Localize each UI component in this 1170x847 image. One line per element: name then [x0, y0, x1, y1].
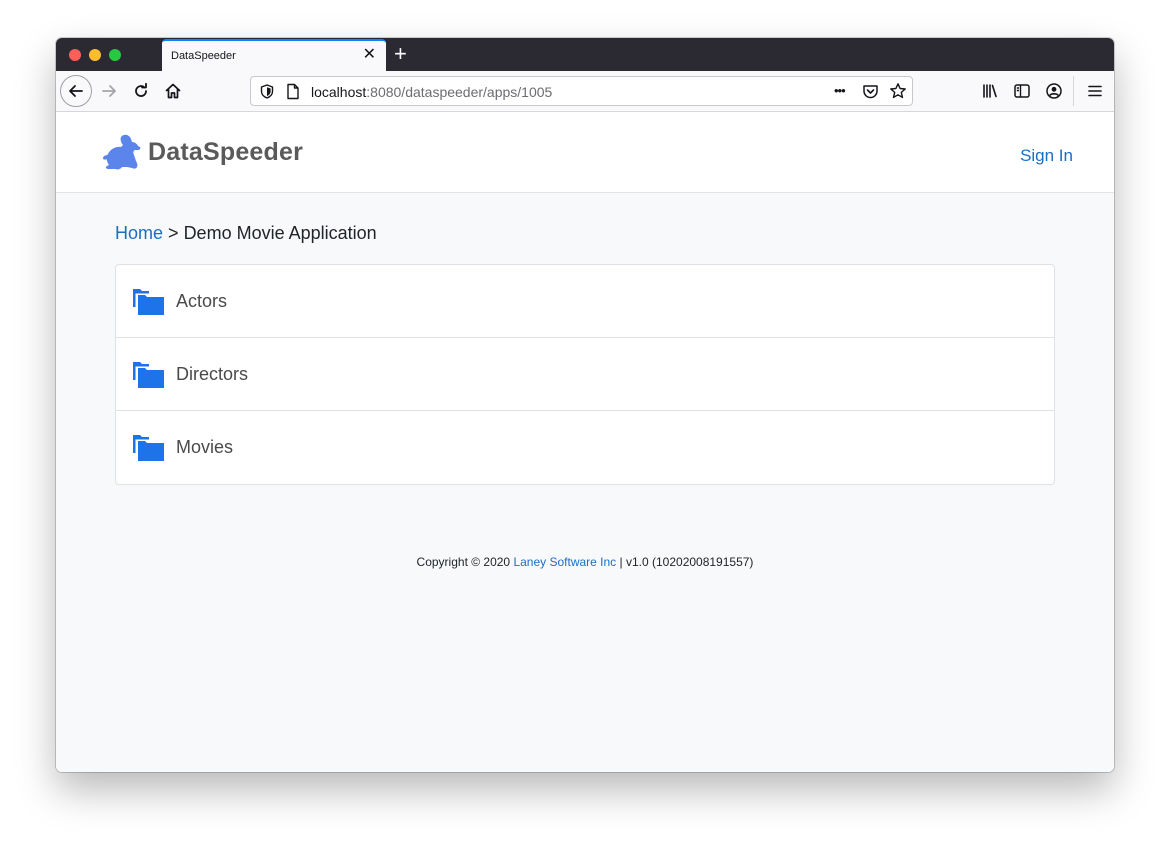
forward-arrow-icon: [102, 85, 116, 97]
url-bar[interactable]: localhost:8080/dataspeeder/apps/1005 •••: [250, 76, 913, 106]
back-arrow-icon: [69, 85, 83, 97]
minimize-window-button[interactable]: [89, 49, 101, 61]
sign-in-link[interactable]: Sign In: [1020, 146, 1073, 166]
rabbit-logo-icon: [103, 134, 141, 170]
library-button[interactable]: [975, 76, 1005, 106]
tab-close-icon[interactable]: ✕: [363, 47, 376, 63]
folder-label: Actors: [176, 290, 228, 311]
url-host: localhost: [311, 84, 367, 100]
breadcrumb-separator: >: [168, 223, 179, 243]
folder-label: Movies: [176, 437, 234, 457]
breadcrumb-home-link[interactable]: Home: [115, 223, 163, 243]
back-button[interactable]: [60, 75, 92, 107]
breadcrumb-current: Demo Movie Application: [183, 223, 377, 243]
pocket-icon[interactable]: [862, 83, 879, 100]
brand-name: DataSpeeder: [148, 137, 304, 166]
forward-button[interactable]: [94, 76, 124, 106]
folder-label: Directors: [176, 363, 249, 384]
page-content: DataSpeeder Sign In Home > Demo Movie Ap…: [56, 112, 1114, 772]
tab-dataspeeder[interactable]: DataSpeeder ✕: [162, 39, 386, 71]
new-tab-button[interactable]: +: [394, 42, 407, 66]
sidebar-icon: [1014, 84, 1030, 98]
folder-list: Actors Directors Movies: [115, 264, 1055, 485]
browser-window: DataSpeeder ✕ + localhost:8080/dataspeed…: [56, 38, 1114, 772]
close-window-button[interactable]: [69, 49, 81, 61]
folder-icon: [133, 288, 164, 315]
reload-icon: [135, 82, 147, 97]
url-text[interactable]: localhost:8080/dataspeeder/apps/1005: [311, 84, 552, 100]
folder-icon: [133, 361, 164, 388]
brand-logo[interactable]: DataSpeeder: [102, 133, 303, 171]
menu-button[interactable]: [1080, 76, 1110, 106]
home-icon: [165, 83, 181, 99]
tab-strip: DataSpeeder ✕ +: [56, 38, 1114, 71]
toolbar-divider: [1073, 76, 1074, 106]
folder-item-directors[interactable]: Directors: [116, 338, 1054, 411]
star-icon[interactable]: [889, 82, 907, 100]
zoom-window-button[interactable]: [109, 49, 121, 61]
version-text: | v1.0 (10202008191557): [619, 555, 754, 569]
home-button[interactable]: [158, 76, 188, 106]
sidebar-button[interactable]: [1007, 76, 1037, 106]
browser-toolbar: localhost:8080/dataspeeder/apps/1005 •••: [56, 71, 1114, 112]
folder-icon: [133, 435, 164, 461]
url-path: :8080/dataspeeder/apps/1005: [366, 84, 553, 100]
page-footer: Copyright © 2020 Laney Software Inc | v1…: [56, 555, 1114, 569]
copyright-text: Copyright © 2020: [416, 555, 511, 569]
account-icon: [1046, 83, 1062, 99]
shield-icon[interactable]: [260, 84, 274, 99]
site-header: DataSpeeder Sign In: [56, 112, 1114, 193]
page-icon[interactable]: [286, 83, 300, 100]
menu-icon: [1088, 85, 1102, 97]
folder-item-movies[interactable]: Movies: [116, 411, 1054, 484]
reload-button[interactable]: [126, 76, 156, 106]
library-icon: [983, 84, 997, 98]
page-actions-button[interactable]: •••: [834, 83, 846, 98]
company-link[interactable]: Laney Software Inc: [513, 555, 616, 569]
account-button[interactable]: [1039, 76, 1069, 106]
tab-title: DataSpeeder: [171, 50, 236, 62]
folder-item-actors[interactable]: Actors: [116, 265, 1054, 338]
breadcrumb: Home > Demo Movie Application: [115, 223, 377, 244]
